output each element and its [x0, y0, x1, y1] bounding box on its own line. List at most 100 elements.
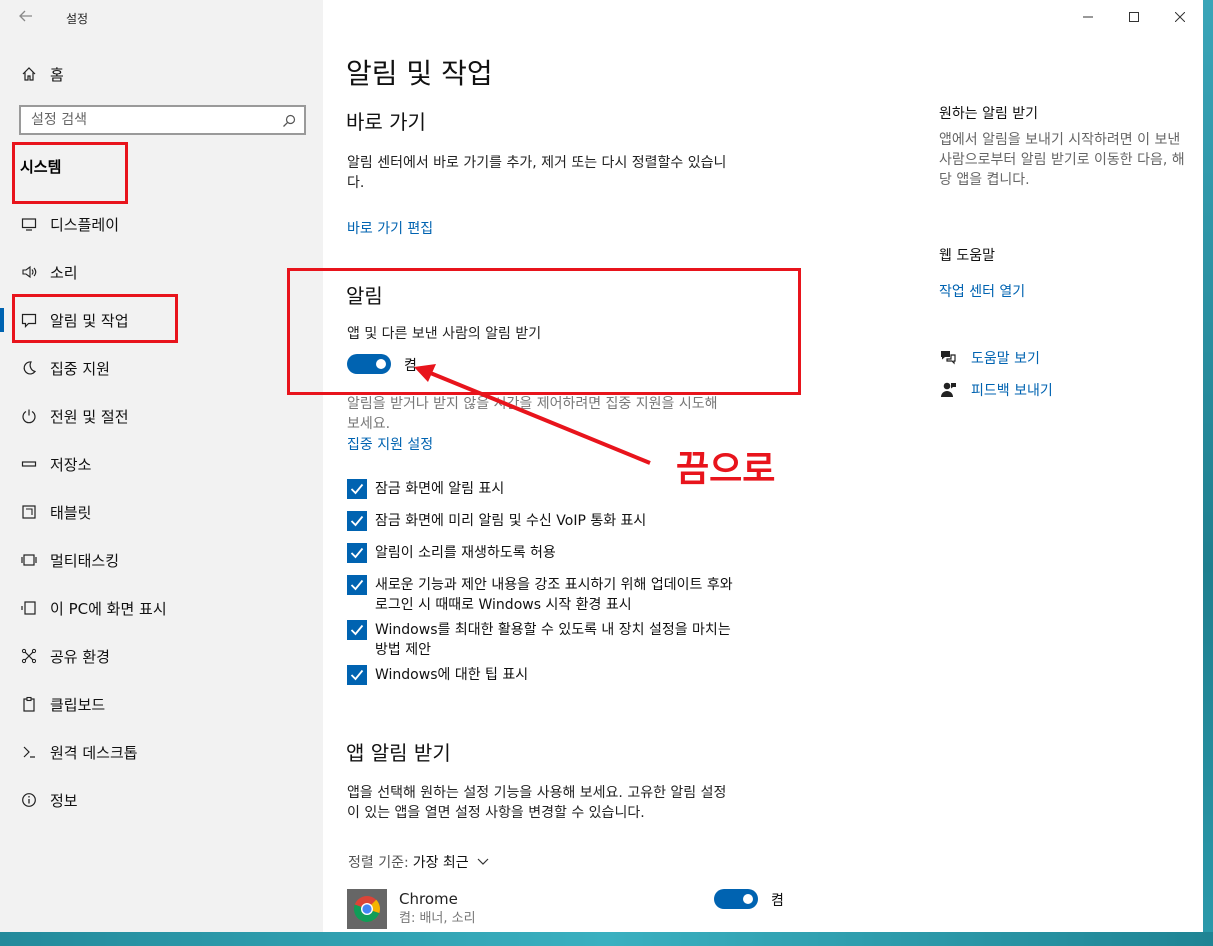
- checkbox-label: 잠금 화면에 알림 표시: [375, 479, 504, 499]
- checkbox[interactable]: [347, 620, 367, 640]
- sidebar-item-storage[interactable]: 저장소: [0, 440, 323, 488]
- focus-assist-hint-line: 보세요.: [347, 416, 391, 432]
- share-icon: [20, 647, 38, 665]
- checkbox-device-setup-suggestions[interactable]: Windows를 최대한 활용할 수 있도록 내 장치 설정을 마치는 방법 제…: [347, 620, 807, 660]
- sidebar-item-label: 소리: [50, 263, 78, 282]
- sidebar-item-label: 집중 지원: [50, 359, 110, 378]
- checkbox-label: 새로운 기능과 제안 내용을 강조 표시하기 위해 업데이트 후와 로그인 시 …: [375, 575, 733, 615]
- help-icon: [939, 348, 957, 366]
- page-title: 알림 및 작업: [346, 57, 493, 90]
- clipboard-icon: [20, 695, 38, 713]
- focus-assist-settings-link[interactable]: 집중 지원 설정: [347, 434, 433, 454]
- sidebar-item-sound[interactable]: 소리: [0, 248, 323, 296]
- shortcuts-description-line: 다.: [347, 175, 365, 191]
- sidebar-item-label: 정보: [50, 791, 78, 810]
- sort-label: 정렬 기준:: [348, 855, 409, 871]
- sidebar-item-label: 이 PC에 화면 표시: [50, 599, 167, 618]
- sidebar-item-about[interactable]: 정보: [0, 776, 323, 824]
- chrome-notifications-toggle[interactable]: [714, 889, 758, 909]
- title-bar: 설정: [0, 0, 323, 36]
- moon-icon: [20, 359, 38, 377]
- app-notifications-description: 앱을 선택해 원하는 설정 기능을 사용해 보세요. 고유한 알림 설정 이 있…: [347, 783, 817, 823]
- checkbox-label: 알림이 소리를 재생하도록 허용: [375, 543, 556, 563]
- checkbox-label-line: 로그인 시 때때로 Windows 시작 환경 표시: [375, 597, 632, 613]
- search-box: [19, 105, 306, 135]
- checkbox-lock-screen-reminders-voip[interactable]: 잠금 화면에 미리 알림 및 수신 VoIP 통화 표시: [347, 511, 807, 531]
- sidebar-item-label: 멀티태스킹: [50, 551, 120, 570]
- open-action-center-link[interactable]: 작업 센터 열기: [939, 281, 1025, 301]
- monitor-icon: [20, 215, 38, 233]
- search-input[interactable]: [31, 112, 271, 128]
- app-notifications-description-line: 이 있는 앱을 열면 설정 사항을 변경할 수 있습니다.: [347, 805, 645, 821]
- sort-value: 가장 최근: [412, 855, 469, 871]
- annotation-text: 끔으로: [676, 449, 776, 490]
- sidebar-item-project-to-pc[interactable]: 이 PC에 화면 표시: [0, 584, 323, 632]
- checkbox-notification-sounds[interactable]: 알림이 소리를 재생하도록 허용: [347, 543, 807, 563]
- sidebar-item-power[interactable]: 전원 및 절전: [0, 392, 323, 440]
- app-notifications-heading: 앱 알림 받기: [346, 741, 451, 765]
- checkbox[interactable]: [347, 665, 367, 685]
- close-button[interactable]: [1157, 0, 1203, 34]
- minimize-button[interactable]: [1065, 0, 1111, 34]
- edit-shortcuts-link[interactable]: 바로 가기 편집: [347, 218, 433, 238]
- checkbox-label: 잠금 화면에 미리 알림 및 수신 VoIP 통화 표시: [375, 511, 646, 531]
- checkbox-windows-tips[interactable]: Windows에 대한 팁 표시: [347, 665, 807, 685]
- window-controls: [1065, 0, 1203, 34]
- sidebar-item-shared-experiences[interactable]: 공유 환경: [0, 632, 323, 680]
- get-help-link[interactable]: 도움말 보기: [971, 348, 1040, 368]
- sidebar-item-label: 전원 및 절전: [50, 407, 129, 426]
- settings-window: 설정 홈 시스템 디스플레이 소리: [0, 0, 1203, 932]
- sidebar-item-display[interactable]: 디스플레이: [0, 200, 323, 248]
- checkbox-label-line: 방법 제안: [375, 642, 431, 658]
- home-icon: [20, 65, 38, 83]
- checkbox[interactable]: [347, 575, 367, 595]
- search-icon[interactable]: [282, 113, 296, 127]
- sidebar-item-multitasking[interactable]: 멀티태스킹: [0, 536, 323, 584]
- desktop-taskbar-edge: [0, 932, 1213, 946]
- shortcuts-description: 알림 센터에서 바로 가기를 추가, 제거 또는 다시 정렬할수 있습니 다.: [347, 153, 807, 193]
- annotation-box-system: [12, 142, 128, 204]
- storage-icon: [20, 455, 38, 473]
- sidebar-item-label: 클립보드: [50, 695, 106, 714]
- chrome-toggle-state: 켬: [771, 893, 784, 909]
- sidebar-item-focus-assist[interactable]: 집중 지원: [0, 344, 323, 392]
- desktop-background: [1203, 0, 1213, 946]
- checkbox-label-line: Windows에 대한 팁 표시: [375, 667, 529, 683]
- sidebar-item-remote-desktop[interactable]: 원격 데스크톱: [0, 728, 323, 776]
- checkbox[interactable]: [347, 511, 367, 531]
- sort-dropdown[interactable]: 정렬 기준: 가장 최근: [348, 852, 489, 872]
- checkbox-label: Windows에 대한 팁 표시: [375, 665, 528, 685]
- sidebar-item-label: 홈: [50, 65, 64, 84]
- sidebar-item-clipboard[interactable]: 클립보드: [0, 680, 323, 728]
- sidebar-item-home[interactable]: 홈: [20, 62, 64, 86]
- give-feedback-link[interactable]: 피드백 보내기: [971, 380, 1053, 400]
- maximize-button[interactable]: [1111, 0, 1157, 34]
- checkbox-label-line: 새로운 기능과 제안 내용을 강조 표시하기 위해 업데이트 후와: [375, 577, 733, 593]
- sidebar-item-label: 디스플레이: [50, 215, 120, 234]
- remote-icon: [20, 743, 38, 761]
- sidebar: 설정 홈 시스템 디스플레이 소리: [0, 0, 323, 932]
- sidebar-item-label: 저장소: [50, 455, 92, 474]
- checkbox[interactable]: [347, 479, 367, 499]
- checkbox-label-line: Windows를 최대한 활용할 수 있도록 내 장치 설정을 마치는: [375, 622, 731, 638]
- checkbox-label-line: 알림이 소리를 재생하도록 허용: [375, 545, 556, 561]
- app-detail: 켬: 배너, 소리: [399, 911, 476, 926]
- power-icon: [20, 407, 38, 425]
- checkbox-welcome-experience[interactable]: 새로운 기능과 제안 내용을 강조 표시하기 위해 업데이트 후와 로그인 시 …: [347, 575, 807, 615]
- app-notifications-description-line: 앱을 선택해 원하는 설정 기능을 사용해 보세요. 고유한 알림 설정: [347, 785, 727, 801]
- get-notified-title: 원하는 알림 받기: [939, 106, 1039, 122]
- shortcuts-heading: 바로 가기: [346, 110, 426, 134]
- sidebar-item-tablet[interactable]: 태블릿: [0, 488, 323, 536]
- chevron-down-icon: [477, 858, 489, 866]
- tablet-icon: [20, 503, 38, 521]
- shortcuts-description-line: 알림 센터에서 바로 가기를 추가, 제거 또는 다시 정렬할수 있습니: [347, 155, 727, 171]
- checkbox[interactable]: [347, 543, 367, 563]
- sidebar-item-label: 원격 데스크톱: [50, 743, 138, 762]
- checkbox-label: Windows를 최대한 활용할 수 있도록 내 장치 설정을 마치는 방법 제…: [375, 620, 731, 660]
- project-icon: [20, 599, 38, 617]
- chrome-app-icon[interactable]: [347, 889, 387, 929]
- annotation-box-notifications-nav: [12, 294, 178, 343]
- back-arrow-icon[interactable]: [18, 8, 36, 26]
- annotation-box-notifications-toggle: [287, 268, 801, 395]
- app-title: 설정: [66, 12, 89, 26]
